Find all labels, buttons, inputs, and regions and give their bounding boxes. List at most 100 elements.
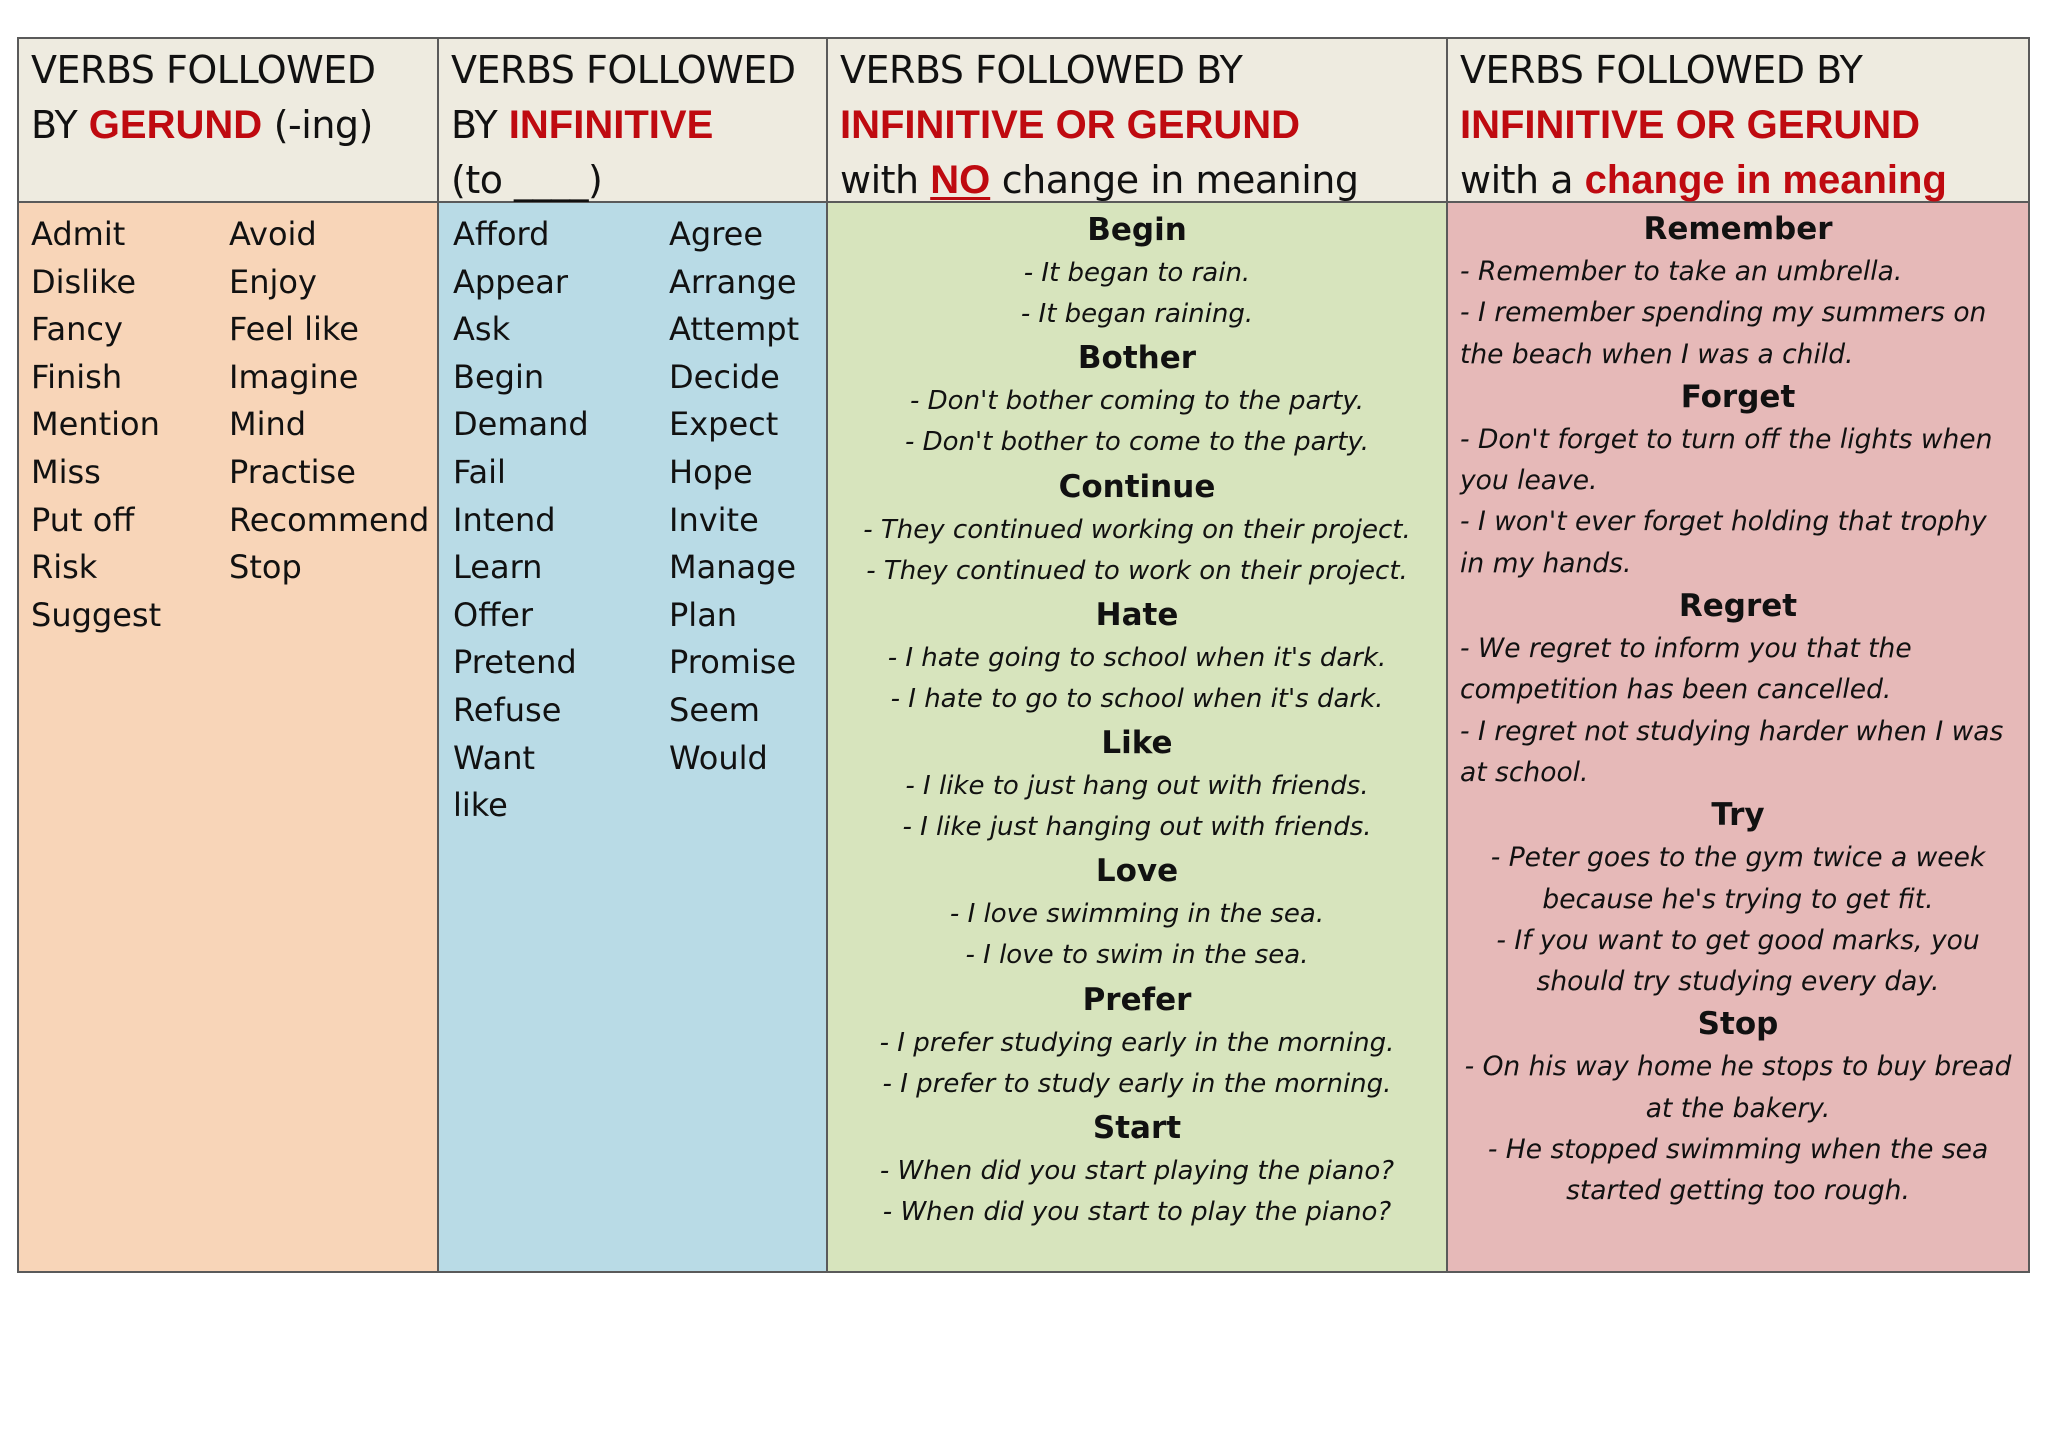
verb-item: Plan — [669, 595, 738, 634]
example-sentence: - I regret not studying harder when I wa… — [1460, 715, 2004, 788]
verb-group: Regret - We regret to inform you that the… — [1460, 584, 2016, 793]
header-text: BY — [451, 103, 509, 147]
header-line-3: with a change in meaning — [1460, 153, 2028, 208]
example-sentence: - I remember spending my summers on the … — [1460, 297, 1987, 370]
example-sentence: - I hate going to school when it's dark. — [887, 642, 1387, 673]
example-sentence: - I like to just hang out with friends. — [905, 771, 1369, 802]
verb-item: Mind — [229, 405, 307, 444]
verb-item: Finish — [31, 357, 123, 396]
verb-heading: Forget — [1680, 378, 1796, 415]
example-sentence: - It began raining. — [1020, 299, 1254, 329]
header-text: with — [840, 158, 931, 202]
example-sentence: - I love to swim in the sea. — [965, 940, 1309, 971]
example-sentence: - On his way home he stops to buy bread … — [1464, 1051, 2012, 1124]
verb-heading: Regret — [1678, 588, 1798, 625]
verb-group: Bother - Don't bother coming to the party… — [828, 335, 1446, 463]
example-sentence: - Remember to take an umbrella. — [1460, 256, 1903, 287]
column-header-no-change: VERBS FOLLOWED BY INFINITIVE OR GERUND w… — [828, 39, 1446, 203]
verb-item: Admit — [31, 215, 126, 253]
header-line-3: (to ____) — [451, 158, 603, 202]
header-line-2: BY INFINITIVE — [451, 98, 826, 153]
verb-group: Start - When did you start playing the pi… — [828, 1105, 1446, 1233]
example-sentence: - I prefer studying early in the morning… — [879, 1027, 1395, 1058]
verb-group: Love - I love swimming in the sea. - I lov… — [828, 848, 1446, 976]
verb-group: Try - Peter goes to the gym twice a week … — [1460, 793, 2016, 1002]
column-gerund: VERBS FOLLOWED BY GERUND (-ing) Admit Dis… — [19, 39, 437, 1271]
example-sentence: - We regret to inform you that the compe… — [1460, 633, 1912, 706]
verb-item: Refuse — [453, 690, 562, 729]
verb-item: Imagine — [229, 357, 359, 396]
header-highlight-change-in-meaning: change in meaning — [1584, 158, 1947, 202]
example-sentence: - They continued working on their projec… — [863, 514, 1411, 545]
verb-item: Learn — [453, 548, 543, 587]
header-text: (-ing) — [262, 103, 374, 147]
column-body-change: Remember - Remember to take an umbrella. -… — [1448, 203, 2028, 1271]
header-line-1: VERBS FOLLOWED BY — [840, 48, 1243, 92]
example-sentence: - I hate to go to school when it's dark. — [890, 683, 1384, 714]
header-line-1: VERBS FOLLOWED — [451, 48, 796, 92]
verb-item: Promise — [669, 643, 797, 682]
verb-item: Dislike — [31, 262, 137, 301]
example-sentence: - I won't ever forget holding that troph… — [1460, 506, 1987, 579]
header-highlight-no: NO — [930, 158, 991, 202]
column-header-infinitive: VERBS FOLLOWED BY INFINITIVE (to ____) — [439, 39, 826, 203]
verb-item: Fancy — [31, 310, 123, 349]
column-no-change: VERBS FOLLOWED BY INFINITIVE OR GERUND w… — [826, 39, 1446, 1271]
verb-group: Begin - It began to rain. - It began raini… — [828, 207, 1446, 335]
header-line-3: with NO change in meaning — [840, 153, 1446, 208]
column-change: VERBS FOLLOWED BY INFINITIVE OR GERUND w… — [1446, 39, 2028, 1271]
verb-list-left: Afford Appear Ask Begin Demand Fail Intend Lear… — [453, 211, 589, 830]
header-highlight-inf-or-gerund: INFINITIVE OR GERUND — [1460, 103, 1921, 147]
verb-item: Intend — [453, 500, 556, 539]
verb-item: Want — [453, 738, 536, 777]
verb-item: Seem — [669, 690, 760, 729]
verb-item: Stop — [229, 548, 302, 587]
header-line-1: VERBS FOLLOWED BY — [1460, 48, 1863, 92]
verb-item: Avoid — [229, 215, 317, 253]
column-infinitive: VERBS FOLLOWED BY INFINITIVE (to ____) A… — [437, 39, 826, 1271]
example-sentence: - I like just hanging out with friends. — [902, 812, 1372, 843]
verb-item: Pretend — [453, 643, 577, 682]
verb-group: Prefer - I prefer studying early in the m… — [828, 977, 1446, 1105]
verb-list-right: Avoid Enjoy Feel like Imagine Mind Practise Re… — [229, 211, 429, 592]
verb-item: Agree — [669, 215, 764, 253]
verb-heading: Like — [1101, 725, 1173, 762]
verb-heading: Stop — [1697, 1006, 1779, 1043]
verb-heading: Start — [1092, 1110, 1182, 1147]
header-highlight-inf-or-gerund: INFINITIVE OR GERUND — [840, 103, 1301, 147]
verb-item: like — [453, 786, 508, 825]
example-sentence: - When did you start playing the piano? — [879, 1156, 1395, 1187]
verb-item: Offer — [453, 595, 534, 634]
column-header-change: VERBS FOLLOWED BY INFINITIVE OR GERUND w… — [1448, 39, 2028, 203]
verb-item: Manage — [669, 548, 797, 587]
header-line-2: BY GERUND (-ing) — [31, 98, 437, 153]
verb-item: Mention — [31, 405, 160, 444]
verb-item: Risk — [31, 548, 98, 587]
verb-heading: Remember — [1643, 211, 1833, 247]
verb-group: Forget - Don't forget to turn off the lig… — [1460, 375, 2016, 584]
verb-group: Hate - I hate going to school when it's d… — [828, 592, 1446, 720]
verb-item: Fail — [453, 452, 506, 491]
verb-group: Like - I like to just hang out with frien… — [828, 720, 1446, 848]
verb-item: Decide — [669, 357, 780, 396]
verb-patterns-table: VERBS FOLLOWED BY GERUND (-ing) Admit Dis… — [17, 37, 2030, 1273]
verb-group: Continue - They continued working on thei… — [828, 464, 1446, 592]
header-line-1: VERBS FOLLOWED — [31, 48, 376, 92]
verb-item: Enjoy — [229, 262, 317, 301]
verb-item: Ask — [453, 310, 511, 349]
header-highlight-gerund: GERUND — [88, 103, 263, 147]
column-body-gerund: Admit Dislike Fancy Finish Mention Miss Put of… — [19, 203, 437, 1271]
verb-item: Expect — [669, 405, 779, 444]
column-body-no-change: Begin - It began to rain. - It began raini… — [828, 203, 1446, 1271]
verb-item: Suggest — [31, 595, 162, 634]
verb-item: Recommend — [229, 500, 430, 539]
verb-item: Put off — [31, 500, 135, 539]
example-sentence: - They continued to work on their projec… — [866, 555, 1408, 586]
verb-heading: Prefer — [1082, 981, 1192, 1018]
verb-group: Stop - On his way home he stops to buy br… — [1460, 1002, 2016, 1211]
verb-item: Feel like — [229, 310, 359, 349]
column-header-gerund: VERBS FOLLOWED BY GERUND (-ing) — [19, 39, 437, 203]
verb-list-left: Admit Dislike Fancy Finish Mention Miss Put of… — [31, 211, 161, 639]
header-text: with a — [1460, 158, 1585, 202]
verb-item: Miss — [31, 452, 101, 491]
